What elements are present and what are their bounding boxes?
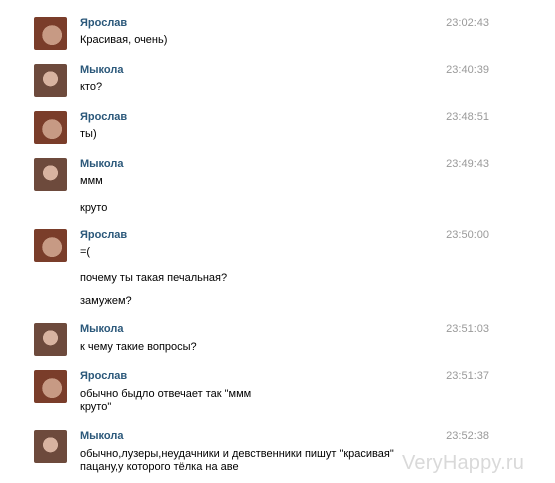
message: Ярослав 23:48:51 ты)	[0, 111, 555, 151]
message: Ярослав 23:50:00 =( почему ты такая печа…	[0, 229, 555, 309]
message: Ярослав 23:51:37 обычно быдло отвечает т…	[0, 370, 555, 420]
avatar[interactable]	[34, 158, 67, 191]
message-time: 23:52:38	[446, 430, 489, 442]
watermark: VeryHappy.ru	[402, 452, 525, 474]
author-name[interactable]: Мыкола	[80, 430, 123, 442]
author-name[interactable]: Мыкола	[80, 64, 123, 76]
message-text: обычно,лузеры,неудачники и девственники …	[80, 448, 394, 460]
message-text: ммм	[80, 175, 103, 187]
message-text: кто?	[80, 81, 103, 93]
message-time: 23:40:39	[446, 64, 489, 76]
message: Мыкола 23:40:39 кто?	[0, 64, 555, 104]
message-time: 23:51:37	[446, 370, 489, 382]
message-text: Красивая, очень)	[80, 34, 168, 46]
message-text: круто	[80, 202, 108, 214]
message-text: =(	[80, 246, 91, 258]
avatar[interactable]	[34, 323, 67, 356]
author-name[interactable]: Ярослав	[80, 370, 127, 382]
avatar[interactable]	[34, 229, 67, 262]
message-time: 23:51:03	[446, 323, 489, 335]
message-text: круто"	[80, 401, 112, 413]
message-text: к чему такие вопросы?	[80, 341, 197, 353]
avatar[interactable]	[34, 370, 67, 403]
author-name[interactable]: Ярослав	[80, 229, 127, 241]
message: Мыкола 23:51:03 к чему такие вопросы?	[0, 323, 555, 363]
author-name[interactable]: Мыкола	[80, 158, 123, 170]
author-name[interactable]: Мыкола	[80, 323, 123, 335]
avatar[interactable]	[34, 111, 67, 144]
avatar[interactable]	[34, 430, 67, 463]
avatar[interactable]	[34, 17, 67, 50]
message-text: пацану,у которого тёлка на аве	[80, 461, 239, 473]
message-time: 23:02:43	[446, 17, 489, 29]
message-text: почему ты такая печальная?	[80, 272, 228, 284]
message-text: обычно быдло отвечает так "ммм	[80, 388, 252, 400]
message: Ярослав 23:02:43 Красивая, очень)	[0, 17, 555, 57]
message: Мыкола 23:49:43 ммм круто	[0, 158, 555, 218]
message-text: ты)	[80, 128, 97, 140]
avatar[interactable]	[34, 64, 67, 97]
message-text: замужем?	[80, 295, 132, 307]
message-time: 23:49:43	[446, 158, 489, 170]
message-time: 23:50:00	[446, 229, 489, 241]
author-name[interactable]: Ярослав	[80, 17, 127, 29]
message-time: 23:48:51	[446, 111, 489, 123]
author-name[interactable]: Ярослав	[80, 111, 127, 123]
